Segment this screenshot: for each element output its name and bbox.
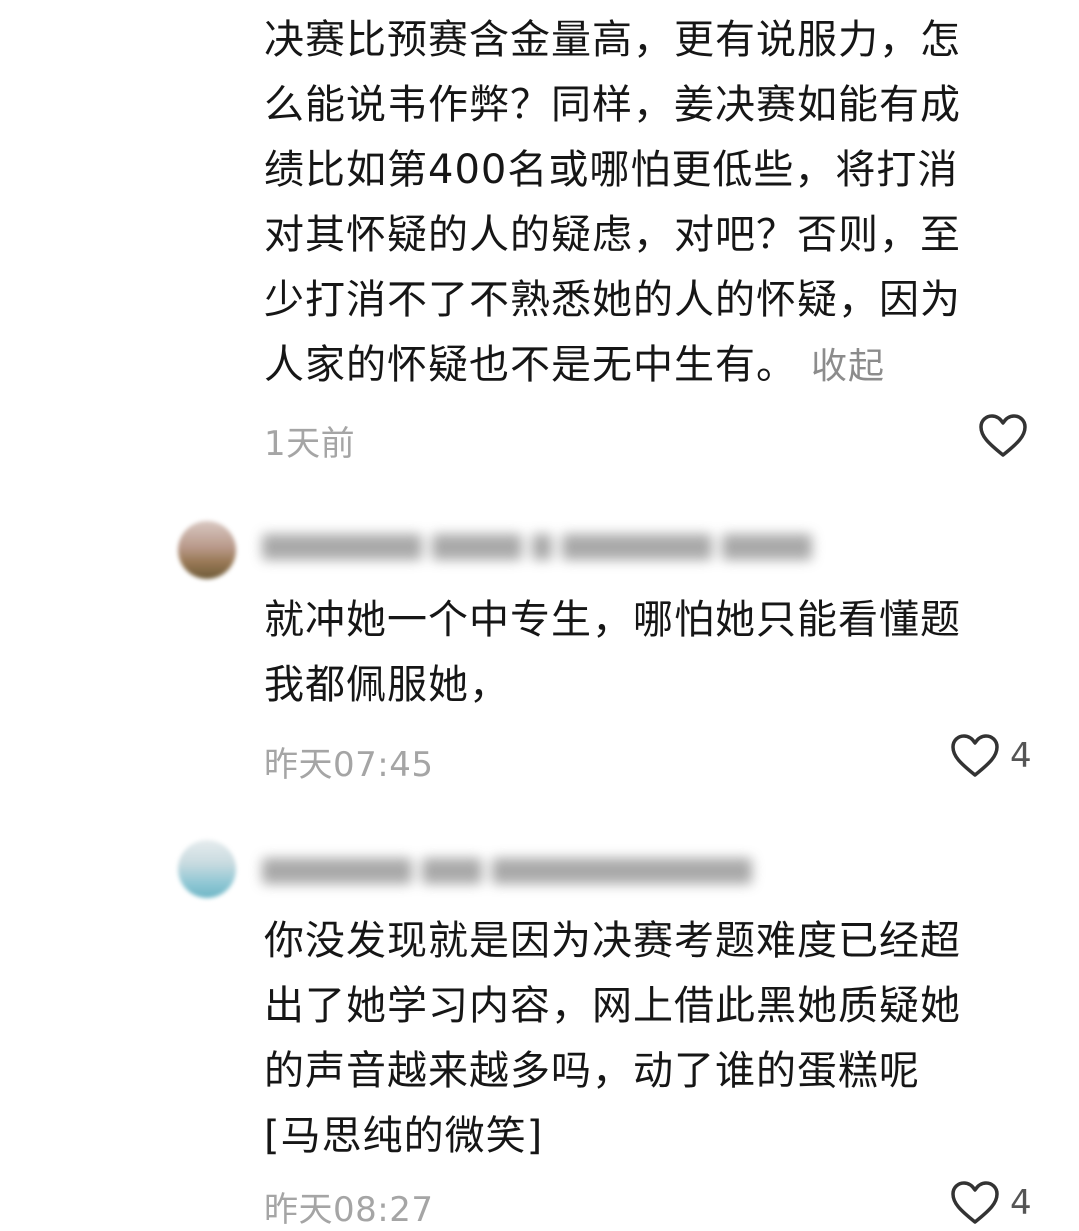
username-redacted[interactable] — [262, 858, 762, 888]
comment-time: 1天前 — [264, 424, 356, 464]
collapse-link[interactable]: 收起 — [811, 346, 885, 387]
username-redacted[interactable] — [262, 534, 822, 564]
comment-text-line: 绩比如第400名或哪怕更低些，将打消 — [264, 147, 959, 193]
comment-text-line-last: 人家的怀疑也不是无中生有。 收起 — [264, 333, 1044, 399]
comment-text-line: [马思纯的微笑] — [264, 1113, 544, 1159]
heart-outline-icon — [951, 1181, 999, 1224]
comment-text-line: 我都佩服她， — [264, 662, 510, 708]
heart-outline-icon — [951, 734, 999, 777]
comment-text-line: 少打消不了不熟悉她的人的怀疑，因为 — [264, 277, 961, 323]
comment-text: 你没发现就是因为决赛考题难度已经超 出了她学习内容，网上借此黑她质疑她 的声音越… — [264, 909, 1044, 1169]
like-button[interactable] — [978, 413, 1028, 459]
like-count: 4 — [1010, 1183, 1032, 1223]
like-button[interactable]: 4 — [950, 733, 1032, 779]
avatar[interactable] — [178, 840, 236, 898]
comment-text-line: 对其怀疑的人的疑虑，对吧？否则，至 — [264, 212, 961, 258]
comment-text-tail: 人家的怀疑也不是无中生有。 — [264, 342, 797, 388]
comment-text-line: 的声音越来越多吗，动了谁的蛋糕呢 — [264, 1048, 920, 1094]
comment-time: 昨天08:27 — [264, 1190, 434, 1230]
comment-time: 昨天07:45 — [264, 745, 434, 785]
like-count: 4 — [1010, 736, 1032, 776]
comment-text-line: 么能说韦作弊？同样，姜决赛如能有成 — [264, 82, 961, 128]
comment-text-line: 出了她学习内容，网上借此黑她质疑她 — [264, 983, 961, 1029]
comment-text-line: 你没发现就是因为决赛考题难度已经超 — [264, 918, 961, 964]
avatar[interactable] — [178, 521, 236, 579]
like-button[interactable]: 4 — [950, 1180, 1032, 1226]
comment-text-line: 决赛比预赛含金量高，更有说服力，怎 — [264, 17, 961, 63]
heart-outline-icon — [979, 414, 1027, 457]
comment-text: 就冲她一个中专生，哪怕她只能看懂题 我都佩服她， — [264, 588, 1044, 718]
comment-text: 决赛比预赛含金量高，更有说服力，怎 么能说韦作弊？同样，姜决赛如能有成 绩比如第… — [264, 8, 1044, 399]
comment-text-line: 就冲她一个中专生，哪怕她只能看懂题 — [264, 597, 961, 643]
